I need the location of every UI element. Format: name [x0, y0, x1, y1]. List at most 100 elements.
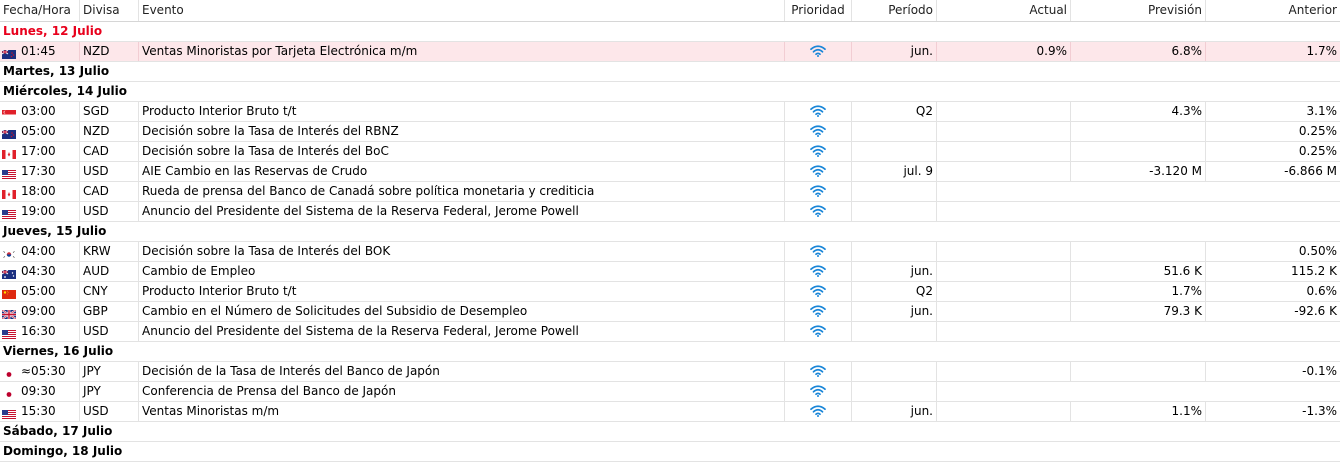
event-time: 01:45: [21, 44, 56, 58]
previous-cell: 3.1%: [1306, 104, 1338, 118]
event-time: 09:00: [21, 304, 56, 318]
previous-cell: 1.7%: [1306, 44, 1338, 58]
period-cell: Q2: [852, 282, 937, 301]
table-row[interactable]: ≈05:30 JPY Decisión de la Tasa de Interés …: [0, 362, 1340, 382]
time-cell: 09:30: [0, 382, 80, 401]
priority-cell: [785, 142, 852, 161]
priority-cell: [785, 282, 852, 301]
currency-cell: NZD: [80, 122, 139, 141]
table-row[interactable]: 03:00 SGD Producto Interior Bruto t/t Q2 4.3…: [0, 102, 1340, 122]
event-time: 03:00: [21, 104, 56, 118]
previous-cell: -0.1%: [1302, 364, 1337, 378]
column-header-previous[interactable]: Anterior: [1206, 0, 1340, 21]
priority-signal-icon: [810, 304, 826, 318]
time-cell: 15:30: [0, 402, 80, 421]
table-row[interactable]: 04:30 AUD Cambio de Empleo jun. 51.6 K 115.2 …: [0, 262, 1340, 282]
event-cell[interactable]: Decisión sobre la Tasa de Interés del BO…: [139, 242, 785, 261]
table-row[interactable]: 01:45 NZD Ventas Minoristas por Tarjeta El…: [0, 42, 1340, 62]
event-cell[interactable]: Ventas Minoristas por Tarjeta Electrónic…: [139, 42, 785, 61]
time-cell: ≈05:30: [0, 362, 80, 381]
event-cell[interactable]: Anuncio del Presidente del Sistema de la…: [139, 202, 785, 221]
event-cell[interactable]: Decisión sobre la Tasa de Interés del RB…: [139, 122, 785, 141]
event-cell[interactable]: Anuncio del Presidente del Sistema de la…: [139, 322, 785, 341]
event-cell[interactable]: Producto Interior Bruto t/t: [139, 282, 785, 301]
us-flag-icon: [2, 406, 18, 419]
column-header-actual[interactable]: Actual: [937, 0, 1071, 21]
table-row[interactable]: 15:30 USD Ventas Minoristas m/m jun. 1.1% -1.…: [0, 402, 1340, 422]
event-time: 09:30: [21, 384, 56, 398]
priority-cell: [785, 402, 852, 421]
period-cell: [852, 202, 937, 221]
table-header: Fecha/Hora Divisa Evento Prioridad Perío…: [0, 0, 1340, 22]
empty-values-cell: [937, 202, 1340, 221]
forecast-cell: -3.120 M: [1071, 162, 1206, 181]
event-cell[interactable]: Decisión de la Tasa de Interés del Banco…: [139, 362, 785, 381]
us-flag-icon: [2, 326, 18, 339]
time-cell: 09:00: [0, 302, 80, 321]
event-cell[interactable]: Decisión sobre la Tasa de Interés del Bo…: [139, 142, 785, 161]
table-row[interactable]: 17:30 USD AIE Cambio en las Reservas de Cr…: [0, 162, 1340, 182]
event-cell[interactable]: AIE Cambio en las Reservas de Crudo: [139, 162, 785, 181]
table-row[interactable]: 16:30 USD Anuncio del Presidente del Siste…: [0, 322, 1340, 342]
priority-signal-icon: [810, 404, 826, 418]
empty-values-cell: [937, 182, 1340, 201]
period-cell: Q2: [852, 102, 937, 121]
jp-flag-icon: [2, 366, 18, 379]
table-row[interactable]: 05:00 NZD Decisión sobre la Tasa de Interé…: [0, 122, 1340, 142]
period-cell: [852, 322, 937, 341]
actual-cell: [937, 262, 1071, 281]
table-row[interactable]: 19:00 USD Anuncio del Presidente del Siste…: [0, 202, 1340, 222]
period-cell: jul. 9: [852, 162, 937, 181]
period-cell: jun.: [852, 402, 937, 421]
forecast-cell: [1071, 362, 1206, 381]
column-header-time[interactable]: Fecha/Hora: [0, 0, 80, 21]
priority-signal-icon: [810, 44, 826, 58]
event-cell[interactable]: Conferencia de Prensa del Banco de Japón: [139, 382, 785, 401]
day-header: Jueves, 15 Julio: [0, 222, 1340, 242]
event-cell[interactable]: Ventas Minoristas m/m: [139, 402, 785, 421]
economic-calendar: Fecha/Hora Divisa Evento Prioridad Perío…: [0, 0, 1340, 462]
priority-cell: [785, 42, 852, 61]
table-row[interactable]: 17:00 CAD Decisión sobre la Tasa de Interé…: [0, 142, 1340, 162]
forecast-cell: [1071, 122, 1206, 141]
time-cell: 03:00: [0, 102, 80, 121]
priority-cell: [785, 262, 852, 281]
event-cell[interactable]: Producto Interior Bruto t/t: [139, 102, 785, 121]
priority-cell: [785, 322, 852, 341]
priority-cell: [785, 382, 852, 401]
event-time: 17:30: [21, 164, 56, 178]
actual-cell: [937, 142, 1071, 161]
currency-cell: USD: [80, 322, 139, 341]
event-cell[interactable]: Cambio de Empleo: [139, 262, 785, 281]
table-row[interactable]: 18:00 CAD Rueda de prensa del Banco de Can…: [0, 182, 1340, 202]
event-cell[interactable]: Rueda de prensa del Banco de Canadá sobr…: [139, 182, 785, 201]
column-header-event[interactable]: Evento: [139, 0, 785, 21]
priority-cell: [785, 122, 852, 141]
priority-cell: [785, 102, 852, 121]
period-cell: jun.: [852, 302, 937, 321]
column-header-forecast[interactable]: Previsión: [1071, 0, 1206, 21]
priority-cell: [785, 202, 852, 221]
period-cell: [852, 242, 937, 261]
table-row[interactable]: 09:00 GBP Cambio en el Número de Solicitud…: [0, 302, 1340, 322]
table-row[interactable]: 05:00 CNY Producto Interior Bruto t/t Q2 1.7…: [0, 282, 1340, 302]
column-header-currency[interactable]: Divisa: [80, 0, 139, 21]
currency-cell: JPY: [80, 382, 139, 401]
forecast-cell: [1071, 242, 1206, 261]
priority-signal-icon: [810, 324, 826, 338]
table-row[interactable]: 04:00 KRW Decisión sobre la Tasa de Interé…: [0, 242, 1340, 262]
table-row[interactable]: 09:30 JPY Conferencia de Prensa del Banco …: [0, 382, 1340, 402]
previous-cell: 0.50%: [1298, 244, 1337, 258]
gb-flag-icon: [1, 306, 18, 320]
actual-cell: [937, 102, 1071, 121]
event-cell[interactable]: Cambio en el Número de Solicitudes del S…: [139, 302, 785, 321]
priority-signal-icon: [810, 244, 826, 258]
column-header-priority[interactable]: Prioridad: [785, 0, 852, 21]
time-cell: 05:00: [0, 122, 80, 141]
nz-flag-icon: [1, 46, 18, 59]
event-time: 04:30: [21, 264, 56, 278]
period-cell: [852, 122, 937, 141]
table-body: Lunes, 12 Julio 01:45 NZD Ventas Minoristas…: [0, 22, 1340, 462]
column-header-period[interactable]: Período: [852, 0, 937, 21]
forecast-cell: 4.3%: [1071, 102, 1206, 121]
